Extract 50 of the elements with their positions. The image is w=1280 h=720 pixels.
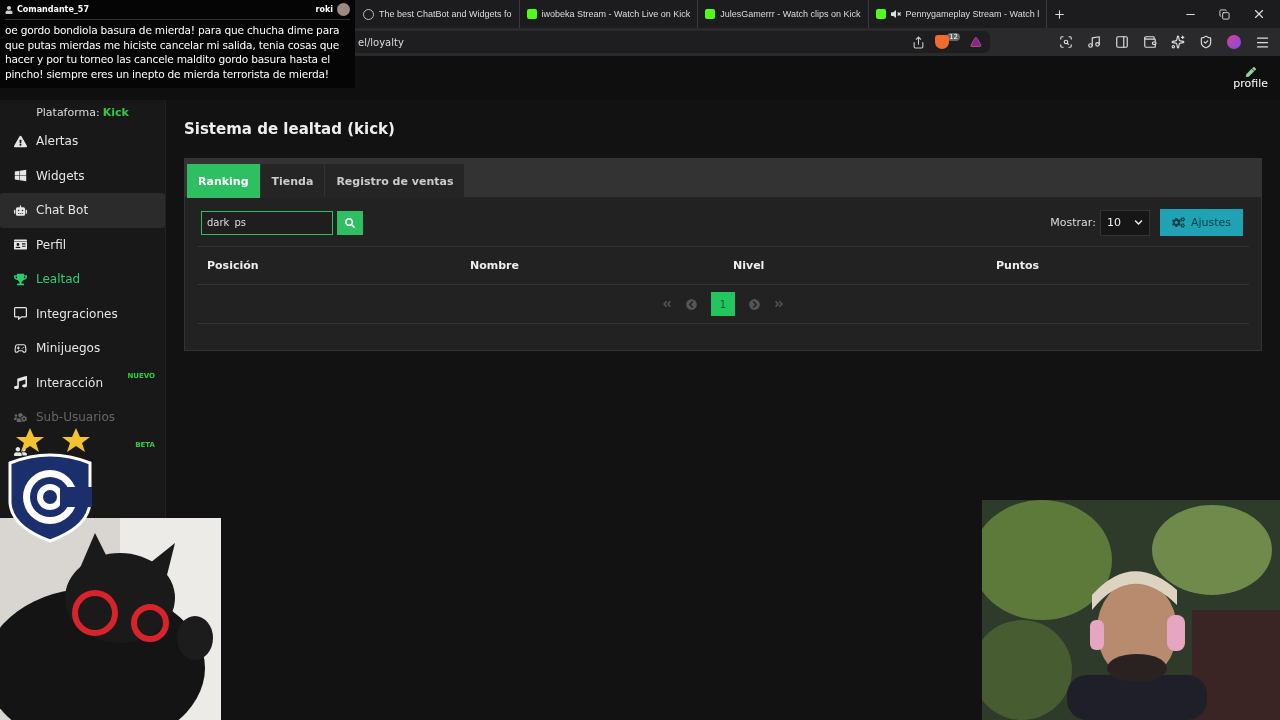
settings-button[interactable]: Ajustes [1159,209,1243,236]
mute-icon [890,9,901,19]
sidebar-item[interactable]: Minijuegos [0,331,165,366]
page-button[interactable]: 1 [711,292,735,316]
tab-favicon-icon [526,9,537,19]
pen-icon [1245,66,1256,77]
user-icon [5,5,13,14]
triangle-icon[interactable] [970,36,982,48]
tab[interactable]: Tienda [260,164,325,198]
search-field[interactable]: dark_ps [201,210,333,235]
tab[interactable]: Registro de ventas [325,164,465,198]
address-text: el/loyalty [358,36,404,48]
column-header: Puntos [995,259,1041,272]
chat-message: oe gordo bondiola basura de mierda! para que chucha dime para que putas mierdas me hiciste cancelar mi salida, tenia cosas que hacer y por tu torneo las cancele maldito gordo basura hasta el pincho! siempre eres un inepto de mierda terrorista de mierda! [5,23,341,81]
shield-icon[interactable] [1199,35,1213,49]
tab-favicon-icon [875,9,886,19]
restore-icon[interactable] [1219,8,1230,20]
avatar-icon[interactable] [1227,35,1241,49]
show-select[interactable]: 10 [1099,209,1150,236]
show-label: Mostrar: [1050,216,1096,229]
page-title: Sistema de lealtad (kick) [184,120,396,138]
search-icon[interactable] [1059,35,1073,49]
chat-channel: roki [315,5,333,14]
wallet-icon[interactable] [1143,35,1157,49]
gears-icon [1171,216,1185,229]
column-header: Posición [206,259,260,272]
sidebar-item[interactable]: Alertas [0,124,165,159]
menu-icon[interactable] [1255,34,1270,50]
close-icon[interactable] [1252,7,1266,21]
column-header: Nombre [469,259,520,272]
profile-link[interactable]: profile [1233,66,1268,90]
shield-button[interactable] [935,35,950,49]
share-icon[interactable] [912,35,926,49]
search-button[interactable] [337,210,363,235]
chevron-down-icon [1133,218,1143,227]
sparkle-icon[interactable] [1171,35,1185,49]
sidebar-item[interactable]: Widgets [0,158,165,193]
music-icon[interactable] [1087,35,1101,49]
sidebar-item[interactable]: Perfil [0,227,165,262]
sidebar-item[interactable]: Lealtad [0,262,165,297]
search-icon [345,217,355,228]
tab-favicon-icon [705,9,716,19]
column-header: Nivel [732,259,766,272]
chat-username: Comandante_57 [17,5,89,14]
sidebar-item[interactable]: Integraciones [0,296,165,331]
new-tab-button[interactable] [1053,7,1067,21]
platform-label: Plataforma: Kick [35,104,130,121]
avatar-icon [337,3,350,16]
sidebar-icon[interactable] [1115,35,1129,49]
sidebar-item[interactable]: Chat Bot [0,193,165,228]
